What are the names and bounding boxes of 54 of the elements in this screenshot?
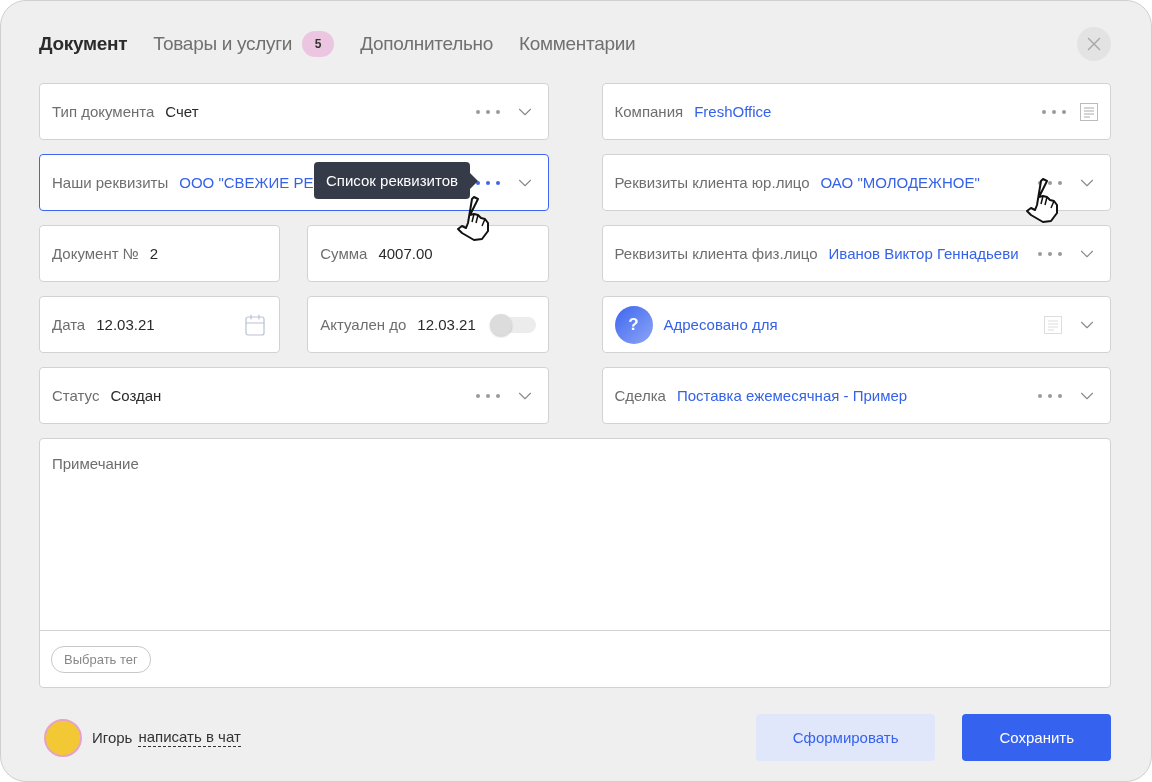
question-avatar: ?	[614, 305, 653, 344]
user-name: Игорь	[92, 729, 133, 746]
field-label: Дата	[52, 316, 86, 333]
toggle-switch[interactable]	[491, 316, 536, 333]
form-field[interactable]: Компания FreshOffice	[601, 83, 1111, 140]
field-value: 2	[149, 245, 159, 262]
tab[interactable]: Товары и услуги	[153, 33, 293, 55]
form-field[interactable]: Актуален до 12.03.21	[307, 296, 549, 353]
tag-button[interactable]: Выбрать тег	[51, 645, 151, 673]
note-panel[interactable]: Примечание Выбрать тег	[39, 438, 1111, 688]
save-button[interactable]: Сохранить	[962, 714, 1111, 761]
field-label: Наши реквизиты	[52, 174, 169, 191]
field-link[interactable]: ОАО "МОЛОДЕЖНОЕ"	[820, 174, 980, 191]
tab[interactable]: Дополнительно	[360, 33, 493, 55]
close-button[interactable]	[1077, 27, 1111, 61]
field-label: Документ №	[52, 245, 139, 262]
tooltip: Список реквизитов	[314, 162, 470, 199]
field-value: Счет	[165, 103, 199, 120]
calendar-icon[interactable]	[243, 312, 268, 337]
note-field[interactable]: Примечание	[40, 439, 1110, 630]
field-link[interactable]: Поставка ежемесячная - Пример	[676, 387, 908, 404]
more-icon[interactable]	[475, 180, 500, 185]
tab[interactable]: Документ	[39, 33, 128, 55]
field-label: Компания	[614, 103, 684, 120]
field-label: Сделка	[614, 387, 666, 404]
field-value: 12.03.21	[96, 316, 155, 333]
form-field[interactable]: Документ № 2	[39, 225, 281, 282]
field-value: 12.03.21	[417, 316, 476, 333]
generate-button[interactable]: Сформировать	[755, 714, 936, 761]
field-label: Тип документа	[52, 103, 155, 120]
field-link[interactable]: ООО "СВЕЖИЕ РЕ	[179, 174, 314, 191]
tab[interactable]: Комментарии	[519, 33, 636, 55]
field-value: Создан	[110, 387, 162, 404]
field-label: Реквизиты клиента физ.лицо	[614, 245, 818, 262]
form-field[interactable]: Реквизиты клиента физ.лицо Иванов Виктор Геннадьеви	[601, 225, 1111, 282]
document-icon[interactable]	[1080, 102, 1098, 121]
form-field[interactable]: Тип документа Счет	[39, 83, 549, 140]
field-label: Сумма	[320, 245, 368, 262]
field-label: Статус	[52, 387, 100, 404]
field-value: 4007.00	[378, 245, 433, 262]
form-field[interactable]: Статус Создан	[39, 367, 549, 424]
form-field[interactable]: Сумма 4007.00	[307, 225, 549, 282]
tooltip-pointer-icon	[469, 172, 478, 189]
field-link[interactable]: Адресовано для	[663, 316, 778, 333]
field-label: Актуален до	[320, 316, 407, 333]
avatar	[44, 718, 82, 757]
field-link[interactable]: Иванов Виктор Геннадьеви	[828, 245, 1019, 262]
field-link[interactable]: FreshOffice	[694, 103, 772, 120]
chat-link[interactable]: написать в чат	[138, 728, 241, 747]
addressee-field[interactable]: ? Адресовано для	[601, 296, 1111, 353]
form-field[interactable]: Сделка Поставка ежемесячная - Пример	[601, 367, 1111, 424]
form-field[interactable]: Дата 12.03.21	[39, 296, 281, 353]
field-label: Реквизиты клиента юр.лицо	[614, 174, 810, 191]
count-badge: 5	[302, 31, 335, 57]
